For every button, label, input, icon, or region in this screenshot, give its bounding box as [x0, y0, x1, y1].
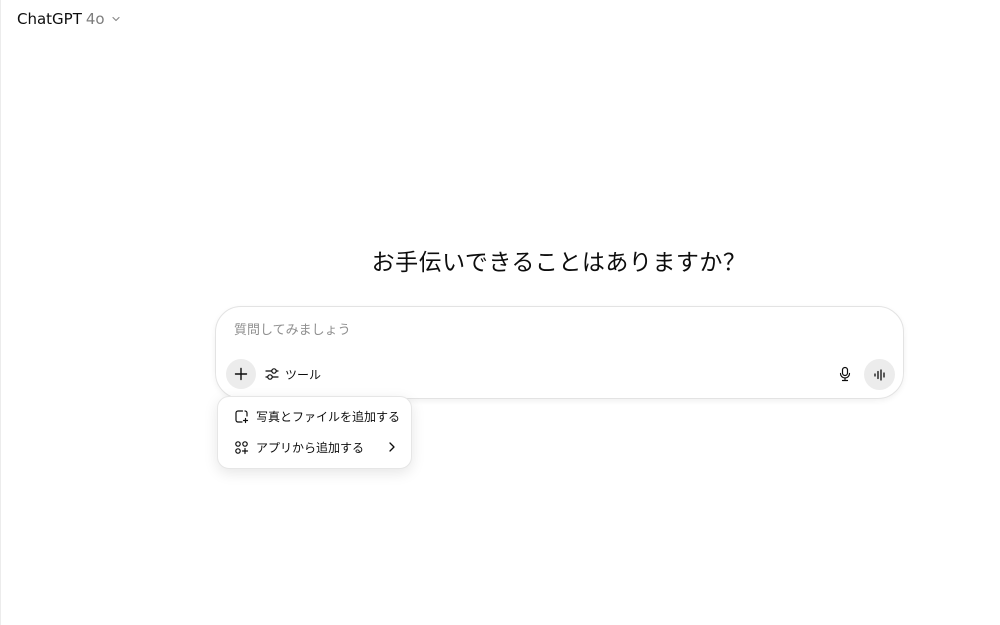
menu-item-label: アプリから追加する [256, 441, 365, 455]
attach-button[interactable] [226, 359, 256, 389]
menu-item-add-from-apps[interactable]: アプリから追加する [224, 432, 405, 463]
attach-menu: 写真とファイルを追加する アプリから追加する [217, 396, 412, 469]
prompt-input[interactable] [234, 323, 834, 338]
model-name: ChatGPT [17, 10, 82, 28]
model-version: 4o [85, 10, 105, 28]
chevron-down-icon [111, 14, 121, 24]
menu-item-label: 写真とファイルを追加する [256, 410, 401, 424]
menu-item-add-photos-files[interactable]: 写真とファイルを追加する [224, 401, 405, 432]
page-title: お手伝いできることはありますか？ [371, 250, 747, 276]
composer: ツール [215, 306, 904, 399]
sliders-icon [264, 367, 280, 381]
tools-button[interactable]: ツール [264, 362, 321, 386]
voice-mode-button[interactable] [864, 359, 895, 390]
microphone-icon [838, 366, 852, 382]
voice-waveform-icon [873, 368, 887, 381]
attach-file-icon [234, 409, 249, 424]
plus-icon [234, 367, 248, 381]
chat-page: ChatGPT 4o お手伝いできることはありますか？ ツール [0, 0, 1000, 625]
apps-add-icon [234, 440, 249, 455]
model-selector[interactable]: ChatGPT 4o [17, 10, 121, 28]
chevron-right-icon [387, 441, 397, 453]
tools-label: ツール [285, 367, 322, 382]
dictate-button[interactable] [832, 361, 858, 387]
